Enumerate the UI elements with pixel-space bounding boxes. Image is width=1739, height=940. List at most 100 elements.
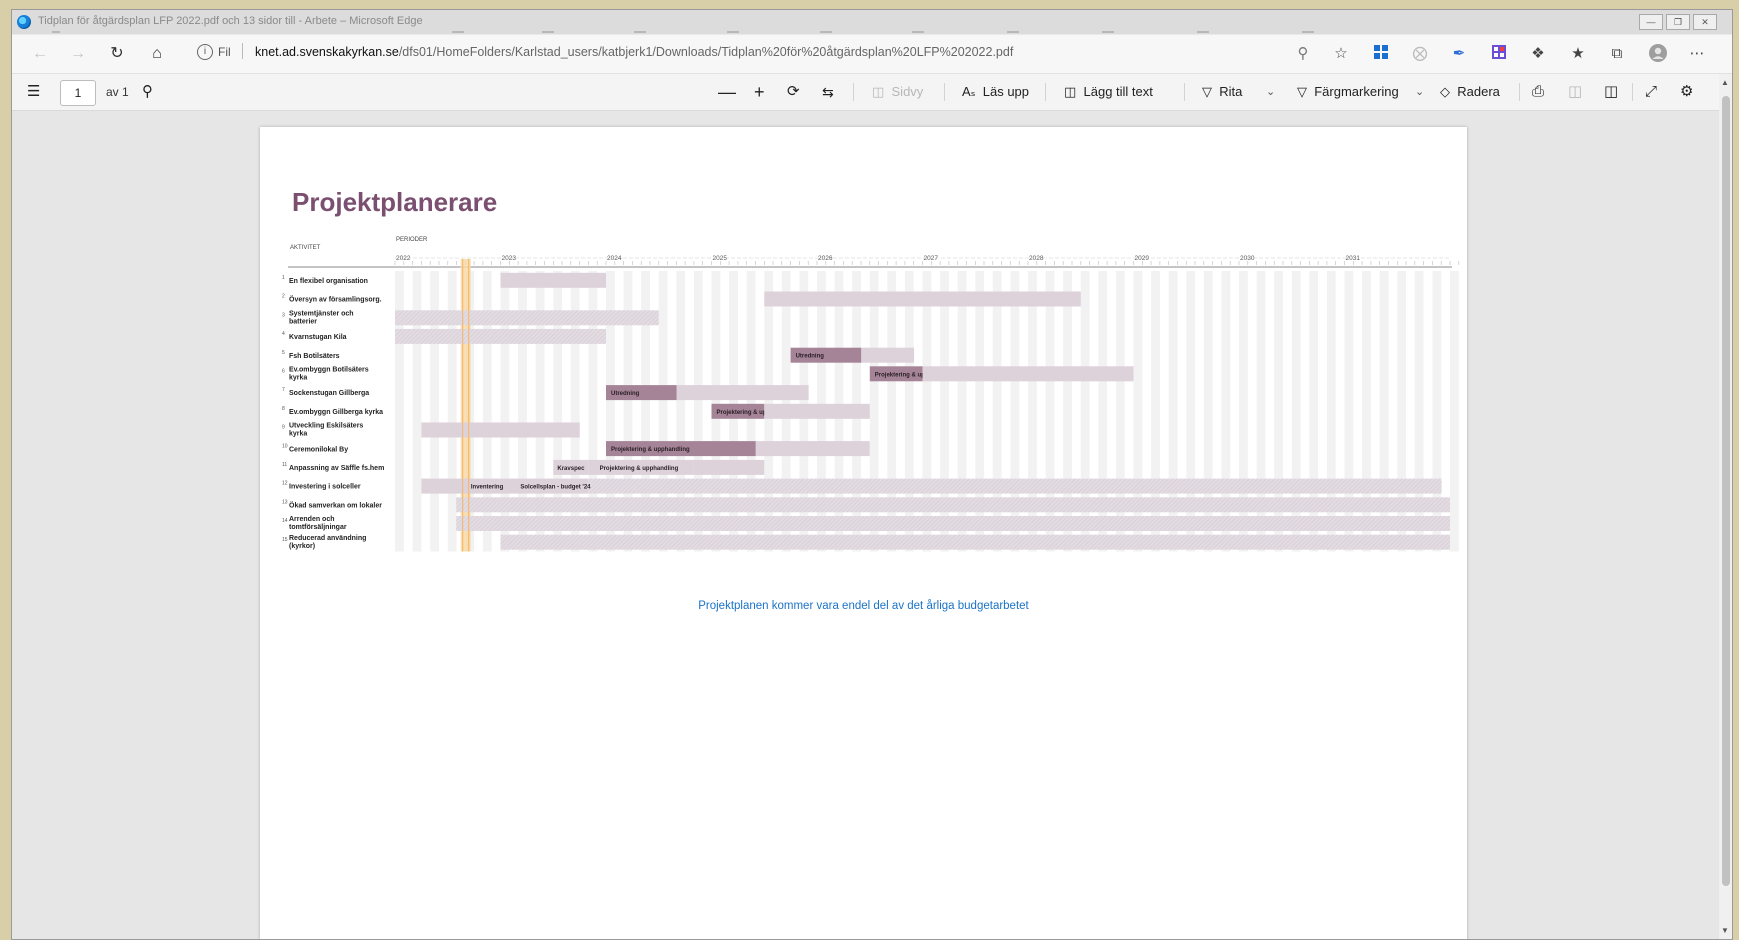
pdf-page: Projektplanerare AKTIVITET PERIODER 2022… xyxy=(260,127,1467,939)
tab-strip-hint xyxy=(452,31,464,33)
zoom-in-button[interactable]: + xyxy=(754,83,765,101)
activity-name: Anpassning av Säffle fs.hem xyxy=(289,465,384,472)
profile-avatar-icon[interactable] xyxy=(1648,44,1668,64)
zoom-out-button[interactable]: — xyxy=(718,83,736,101)
tab-strip-hint xyxy=(1007,31,1019,33)
add-text-button[interactable]: ◫ Lägg till text xyxy=(1064,83,1153,101)
gantt-bar xyxy=(764,291,1081,307)
read-aloud-label: Läs upp xyxy=(982,84,1030,99)
activity-number: 15 xyxy=(282,537,288,543)
draw-label: Rita xyxy=(1219,84,1243,99)
tab-strip-hint xyxy=(912,31,924,33)
gantt-bar-label: Utredning xyxy=(611,391,640,397)
tab-strip-hint xyxy=(1302,31,1314,33)
restore-button[interactable]: ❐ xyxy=(1666,14,1690,30)
gantt-bar-label: Projektering & upphandling xyxy=(611,447,690,453)
activity-name: Översyn av församlingsorg. xyxy=(289,295,382,304)
toolbar-divider xyxy=(944,83,945,101)
activity-name: Kvarnstugan Kila xyxy=(289,334,347,341)
toolbar-divider xyxy=(1632,83,1633,101)
back-icon[interactable]: ← xyxy=(30,44,50,64)
print-icon[interactable]: ⎙ xyxy=(1532,83,1544,101)
pen-extension-icon[interactable]: ✒ xyxy=(1449,44,1469,64)
table-of-contents-icon[interactable]: ☰ xyxy=(27,83,40,101)
fit-to-width-icon[interactable]: ⇆ xyxy=(822,83,834,101)
url-input[interactable]: knet.ad.svenskakyrkan.se/dfs01/HomeFolde… xyxy=(255,45,1013,59)
home-icon[interactable]: ⌂ xyxy=(147,44,167,64)
gantt-bar xyxy=(861,347,915,363)
tab-strip-hint xyxy=(634,31,646,33)
gantt-bar xyxy=(500,534,1450,550)
activity-number: 14 xyxy=(282,518,288,524)
highlight-label: Färgmarkering xyxy=(1314,84,1399,99)
activity-name: batterier xyxy=(289,318,317,325)
close-button[interactable]: ✕ xyxy=(1693,14,1717,30)
erase-label: Radera xyxy=(1457,84,1500,99)
gantt-bar xyxy=(395,310,659,326)
activity-name: Ev.ombyggn Gillberga kyrka xyxy=(289,409,383,416)
url-divider xyxy=(242,43,243,59)
gantt-bar xyxy=(676,385,809,401)
title-bar: Tidplan för åtgärdsplan LFP 2022.pdf och… xyxy=(12,10,1732,34)
info-icon[interactable]: i xyxy=(197,44,213,60)
draw-button[interactable]: ▽ Rita xyxy=(1202,83,1242,101)
footer-note-link[interactable]: Projektplanen kommer vara endel del av d… xyxy=(260,600,1467,612)
tab-strip-hint xyxy=(52,31,60,33)
gantt-bar xyxy=(755,441,870,457)
activity-number: 4 xyxy=(282,331,285,337)
toolbar-divider xyxy=(1045,83,1046,101)
refresh-icon[interactable]: ↻ xyxy=(107,44,127,64)
favorite-add-icon[interactable]: ☆ xyxy=(1331,44,1351,64)
office-extension-icon[interactable] xyxy=(1489,44,1509,64)
draw-dropdown-chevron-icon[interactable]: ⌄ xyxy=(1266,83,1275,101)
activity-name: Arrenden och xyxy=(289,516,335,523)
gantt-bar xyxy=(456,516,1450,531)
collections-icon[interactable]: ⧉ xyxy=(1607,44,1627,64)
search-icon[interactable]: ⚲ xyxy=(142,83,153,101)
save-icon[interactable]: ◫ xyxy=(1568,83,1582,101)
save-as-icon[interactable]: ◫ xyxy=(1604,83,1618,101)
vertical-scrollbar[interactable]: ▲ ▼ xyxy=(1719,74,1732,939)
gantt-bar xyxy=(500,272,606,288)
settings-gear-icon[interactable]: ⚙ xyxy=(1680,83,1693,101)
zoom-out-icon[interactable]: ⚲ xyxy=(1293,44,1313,64)
toolbar-divider xyxy=(853,83,854,101)
fullscreen-icon[interactable]: ⤢ xyxy=(1645,83,1657,101)
erase-button[interactable]: ◇ Radera xyxy=(1440,83,1500,101)
read-aloud-button[interactable]: Aₛ Läs upp xyxy=(962,83,1029,101)
blocked-extension-icon[interactable]: ⨂ xyxy=(1410,44,1430,64)
activity-name: kyrka xyxy=(289,431,307,438)
activity-number: 12 xyxy=(282,481,288,487)
minimize-button[interactable]: — xyxy=(1639,14,1663,30)
highlight-button[interactable]: ▽ Färgmarkering xyxy=(1297,83,1399,101)
page-view-button[interactable]: ◫ Sidvy xyxy=(872,83,923,101)
gantt-bar xyxy=(764,403,870,419)
activity-name: kyrka xyxy=(289,375,307,382)
highlight-dropdown-chevron-icon[interactable]: ⌄ xyxy=(1415,83,1424,101)
page-number-input[interactable]: 1 xyxy=(60,80,96,106)
gantt-bar xyxy=(456,497,1450,513)
tab-strip-hint xyxy=(727,31,739,33)
tab-strip-hint xyxy=(820,31,832,33)
scroll-up-arrow-icon[interactable]: ▲ xyxy=(1721,78,1729,87)
scrollbar-thumb[interactable] xyxy=(1722,96,1730,886)
tab-strip-hint xyxy=(542,31,554,33)
extensions-icon[interactable]: ❖ xyxy=(1528,44,1548,64)
favorites-icon[interactable]: ★ xyxy=(1568,44,1588,64)
gantt-bar xyxy=(421,422,580,438)
activity-name: Utveckling Eskilsäters xyxy=(289,423,363,430)
rotate-icon[interactable]: ⟳ xyxy=(787,83,800,101)
activity-number: 2 xyxy=(282,294,285,300)
activity-number: 7 xyxy=(282,387,285,393)
more-options-icon[interactable]: ⋯ xyxy=(1687,44,1707,64)
scroll-down-arrow-icon[interactable]: ▼ xyxy=(1721,926,1729,935)
activity-name: Sockenstugan Gillberga xyxy=(289,390,369,397)
activity-name: Ev.ombyggn Botilsäters xyxy=(289,367,369,374)
eraser-icon: ◇ xyxy=(1440,84,1458,99)
activity-name: Ceremonilokal By xyxy=(289,446,348,453)
extension-tiles-icon[interactable] xyxy=(1371,44,1391,64)
tab-strip-hint xyxy=(1197,31,1209,33)
forward-icon[interactable]: → xyxy=(68,44,88,64)
url-host: knet.ad.svenskakyrkan.se xyxy=(255,45,399,59)
pdf-viewer-area: Projektplanerare AKTIVITET PERIODER 2022… xyxy=(12,111,1719,939)
